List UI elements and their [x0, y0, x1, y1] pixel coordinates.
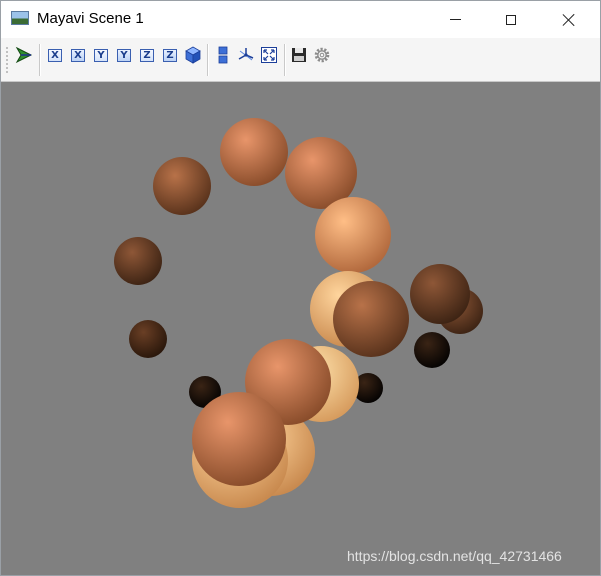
view-y-plus-button[interactable]: Y — [114, 45, 134, 65]
maximize-button[interactable] — [488, 1, 534, 38]
mayavi-pipeline-button[interactable] — [14, 45, 34, 65]
minimize-button[interactable] — [432, 1, 478, 38]
settings-button[interactable] — [312, 45, 332, 65]
minimize-icon — [449, 19, 461, 20]
view-y-minus-button[interactable]: Y — [91, 45, 111, 65]
save-scene-button[interactable] — [289, 45, 309, 65]
3d-scene-viewport[interactable] — [1, 82, 600, 575]
toolbar-separator — [207, 44, 209, 76]
toggle-axes-button[interactable] — [236, 45, 256, 65]
sphere-point — [315, 197, 391, 273]
sphere-point — [333, 281, 409, 357]
close-button[interactable] — [546, 1, 592, 38]
sphere-point — [220, 118, 288, 186]
save-icon — [292, 48, 306, 62]
fullscreen-icon — [261, 47, 277, 63]
view-x-plus-button[interactable]: X — [68, 45, 88, 65]
toolbar-separator — [284, 44, 286, 76]
sphere-point — [153, 157, 211, 215]
sphere-point — [129, 320, 167, 358]
view-y-plus-icon: Y — [117, 48, 131, 62]
parallel-projection-button[interactable] — [213, 45, 233, 65]
mayavi-scene-icon — [11, 11, 29, 25]
sphere-points-plot — [114, 118, 483, 508]
sphere-point — [114, 237, 162, 285]
title-bar[interactable]: Mayavi Scene 1 — [1, 1, 600, 38]
toolbar-separator — [39, 44, 41, 76]
parallel-projection-icon — [218, 46, 228, 64]
mayavi-pipeline-icon — [15, 46, 33, 64]
sphere-point — [410, 264, 470, 324]
window-title: Mayavi Scene 1 — [37, 10, 144, 27]
view-z-plus-button[interactable]: Z — [160, 45, 180, 65]
view-x-minus-icon: X — [48, 48, 62, 62]
sphere-point — [414, 332, 450, 368]
settings-gear-icon — [314, 47, 330, 63]
maximize-icon — [506, 14, 516, 25]
view-z-plus-icon: Z — [163, 48, 177, 62]
isometric-view-button[interactable] — [183, 45, 203, 65]
fullscreen-button[interactable] — [259, 45, 279, 65]
view-z-minus-button[interactable]: Z — [137, 45, 157, 65]
view-x-minus-button[interactable]: X — [45, 45, 65, 65]
mayavi-window: Mayavi Scene 1 X X Y Y Z Z https://blog.… — [0, 0, 601, 576]
close-icon — [562, 13, 576, 27]
scene-toolbar: X X Y Y Z Z — [1, 38, 600, 82]
toggle-axes-icon — [238, 48, 254, 61]
toolbar-grip-icon[interactable] — [6, 46, 8, 74]
watermark-text: https://blog.csdn.net/qq_42731466 — [347, 548, 562, 564]
view-x-plus-icon: X — [71, 48, 85, 62]
sphere-point — [192, 392, 286, 486]
isometric-cube-icon — [185, 46, 201, 64]
view-z-minus-icon: Z — [140, 48, 154, 62]
view-y-minus-icon: Y — [94, 48, 108, 62]
